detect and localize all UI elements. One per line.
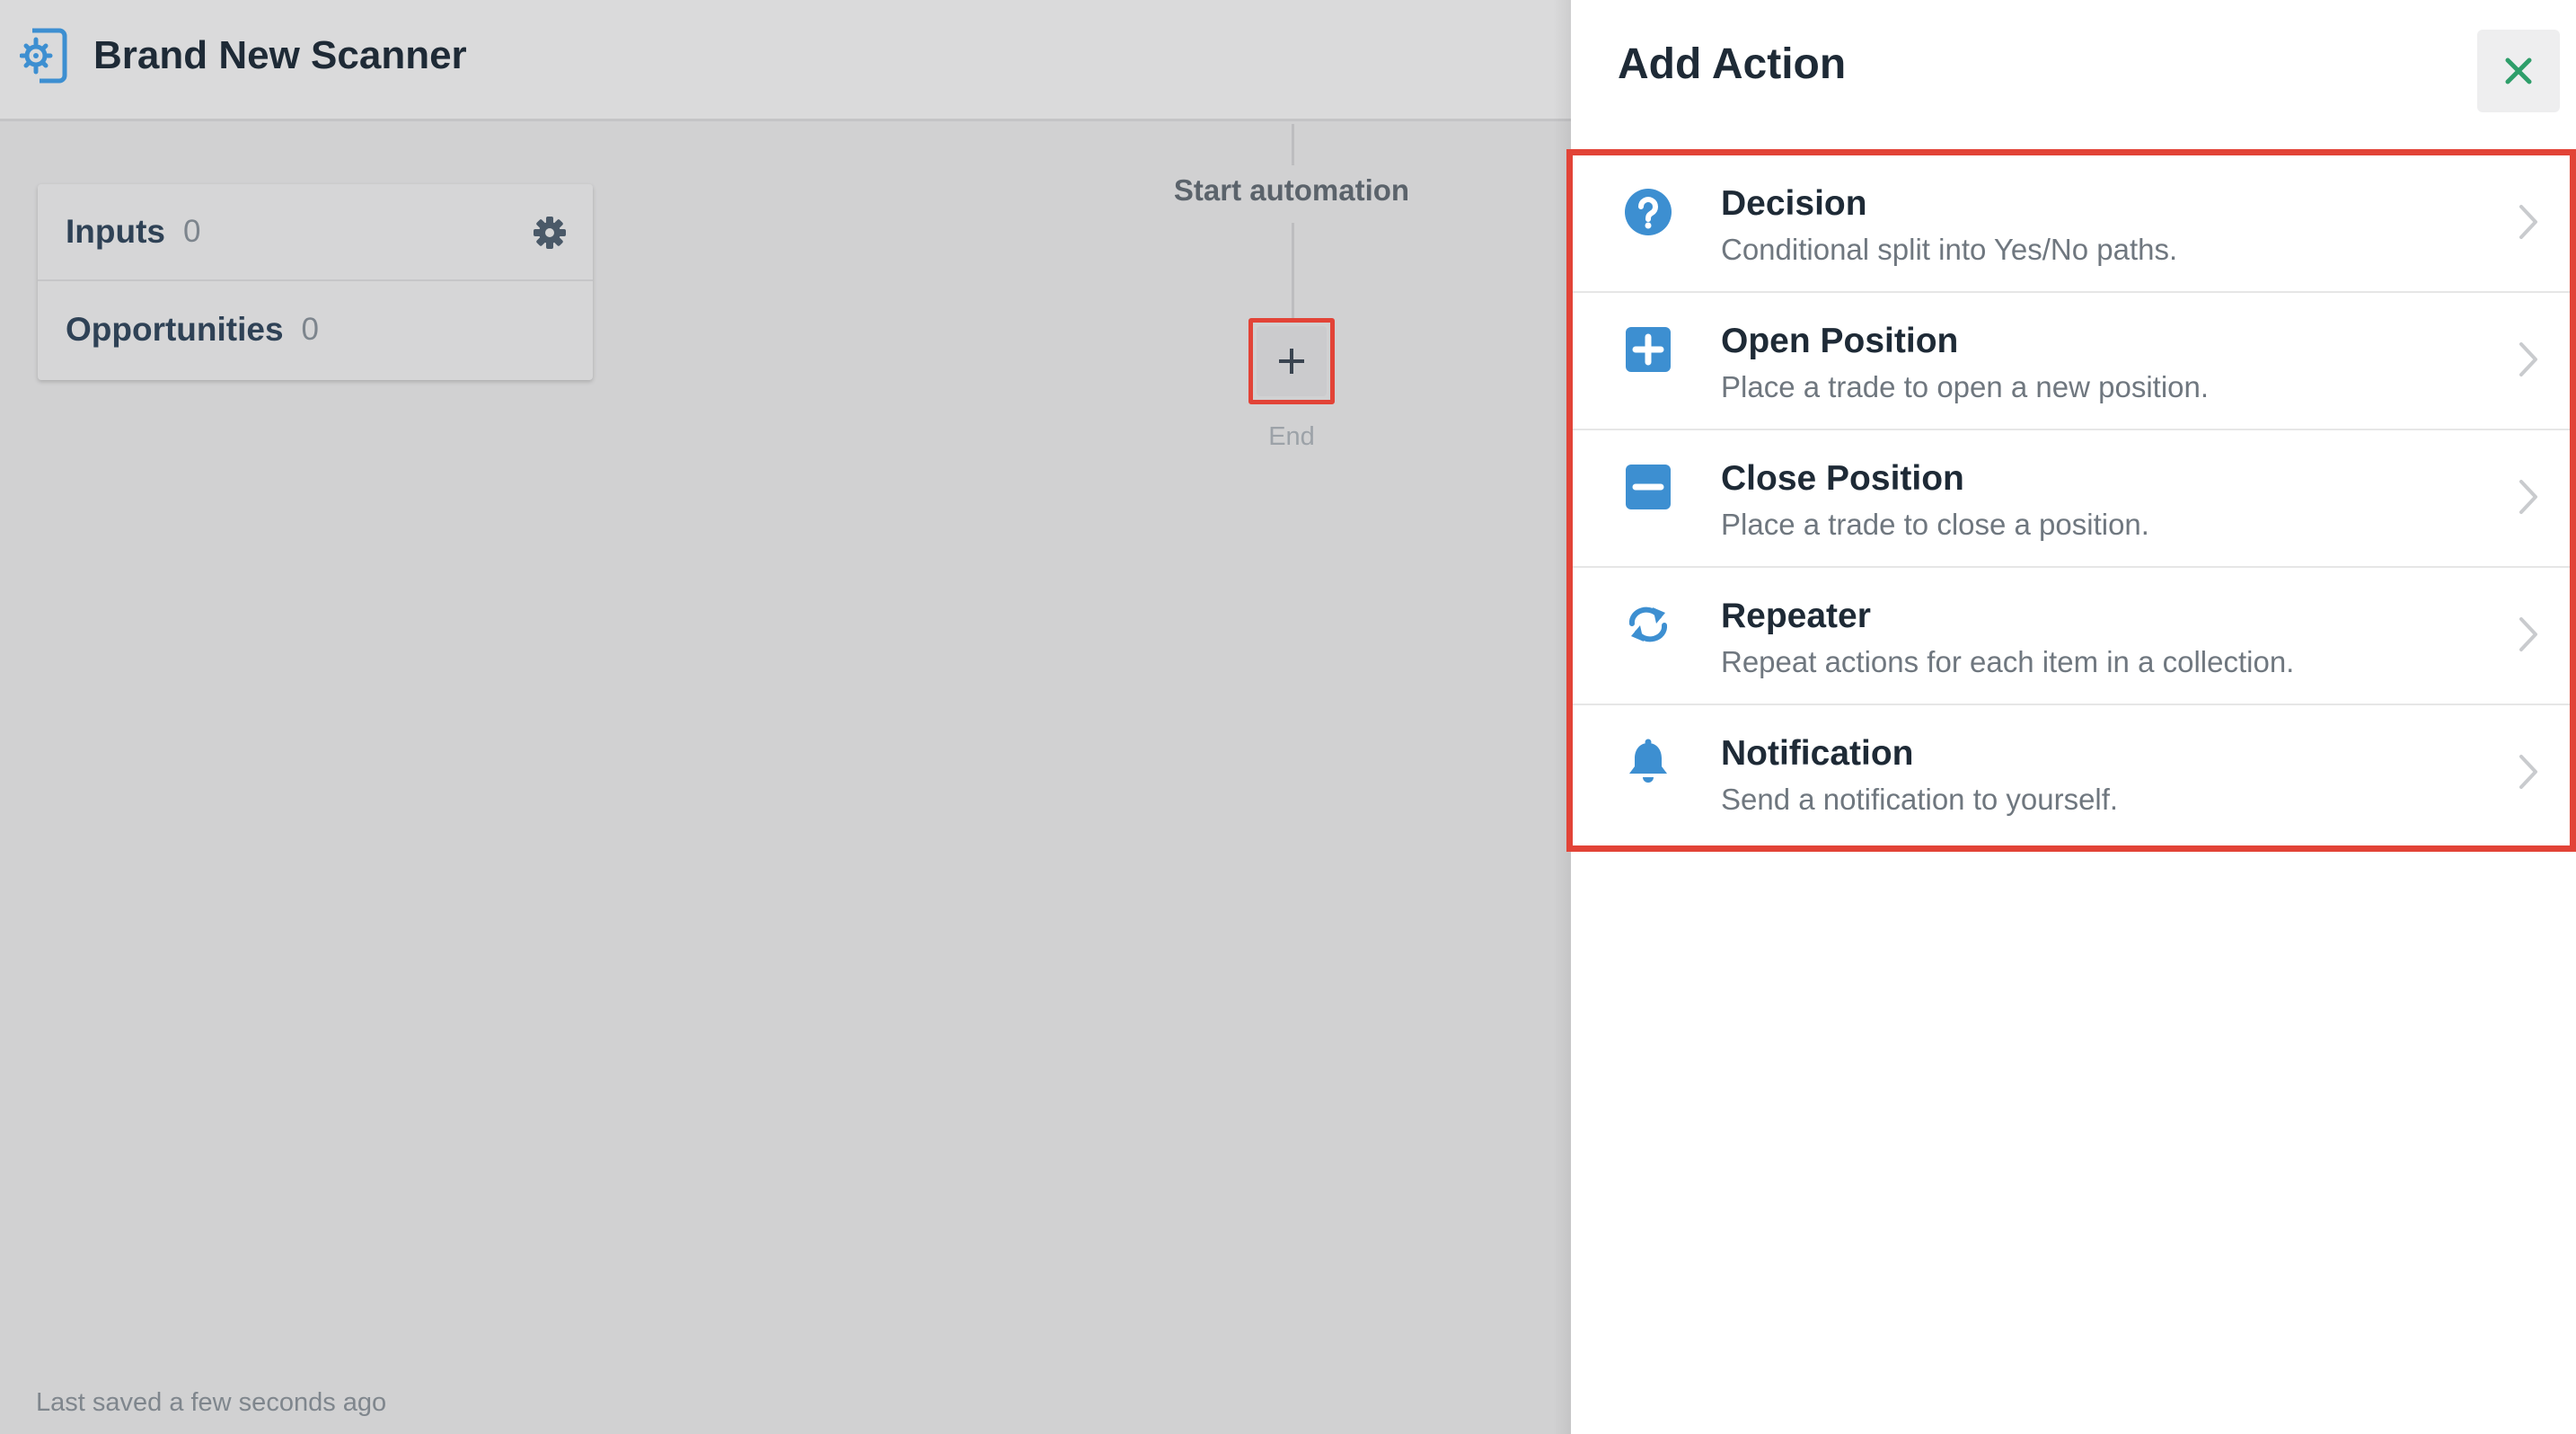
- repeat-icon: [1628, 606, 1668, 642]
- top-bar: Brand New Scanner: [0, 0, 1571, 121]
- minus-square-icon: [1626, 465, 1671, 509]
- action-close-position[interactable]: Close Position Place a trade to close a …: [1573, 430, 2570, 568]
- chevron-right-icon: [2519, 342, 2537, 376]
- sheet-title: Add Action: [1618, 40, 1847, 88]
- action-description: Send a notification to yourself.: [1721, 783, 2119, 816]
- add-action-sheet: Add Action Decision Conditional split in…: [1566, 0, 2576, 1434]
- action-title: Open Position: [1721, 322, 1959, 360]
- gear-icon[interactable]: [532, 215, 568, 251]
- automation-canvas: Brand New Scanner Inputs 0 Opportunities…: [0, 0, 1571, 1434]
- close-button[interactable]: [2477, 30, 2560, 112]
- opportunities-count: 0: [301, 312, 320, 347]
- start-automation-label: Start automation: [1173, 173, 1410, 207]
- action-list: Decision Conditional split into Yes/No p…: [1573, 155, 2570, 843]
- chevron-right-icon: [2519, 480, 2537, 514]
- action-open-position[interactable]: Open Position Place a trade to open a ne…: [1573, 293, 2570, 430]
- plus-icon: [1279, 349, 1304, 374]
- question-circle-icon: [1625, 189, 1672, 235]
- chevron-right-icon: [2519, 755, 2537, 789]
- flow-connector: [1292, 223, 1294, 318]
- gear-document-icon: [20, 28, 67, 84]
- last-saved-status: Last saved a few seconds ago: [36, 1388, 387, 1417]
- bell-icon: [1629, 739, 1667, 783]
- end-label: End: [1268, 422, 1315, 451]
- add-step-button[interactable]: [1257, 326, 1327, 396]
- inputs-row[interactable]: Inputs 0: [38, 184, 593, 281]
- action-description: Place a trade to open a new position.: [1721, 370, 2210, 403]
- opportunities-label: Opportunities: [66, 311, 284, 348]
- action-notification[interactable]: Notification Send a notification to your…: [1573, 705, 2570, 843]
- action-title: Repeater: [1721, 597, 1871, 635]
- action-description: Repeat actions for each item in a collec…: [1721, 645, 2295, 678]
- action-repeater[interactable]: Repeater Repeat actions for each item in…: [1573, 568, 2570, 705]
- chevron-right-icon: [2519, 617, 2537, 651]
- action-description: Conditional split into Yes/No paths.: [1721, 233, 2178, 266]
- close-icon: [2505, 58, 2532, 84]
- action-title: Notification: [1721, 734, 1914, 773]
- action-description: Place a trade to close a position.: [1721, 508, 2149, 541]
- opportunities-row[interactable]: Opportunities 0: [38, 281, 593, 378]
- action-decision[interactable]: Decision Conditional split into Yes/No p…: [1573, 155, 2570, 293]
- action-title: Close Position: [1721, 459, 1964, 498]
- inputs-count: 0: [182, 214, 201, 249]
- page-title: Brand New Scanner: [93, 33, 467, 77]
- action-title: Decision: [1721, 184, 1867, 223]
- plus-square-icon: [1626, 327, 1671, 372]
- flow-connector-top: [1292, 124, 1294, 165]
- variables-panel: Inputs 0 Opportunities 0: [38, 184, 593, 380]
- chevron-right-icon: [2519, 205, 2537, 239]
- inputs-label: Inputs: [66, 213, 165, 250]
